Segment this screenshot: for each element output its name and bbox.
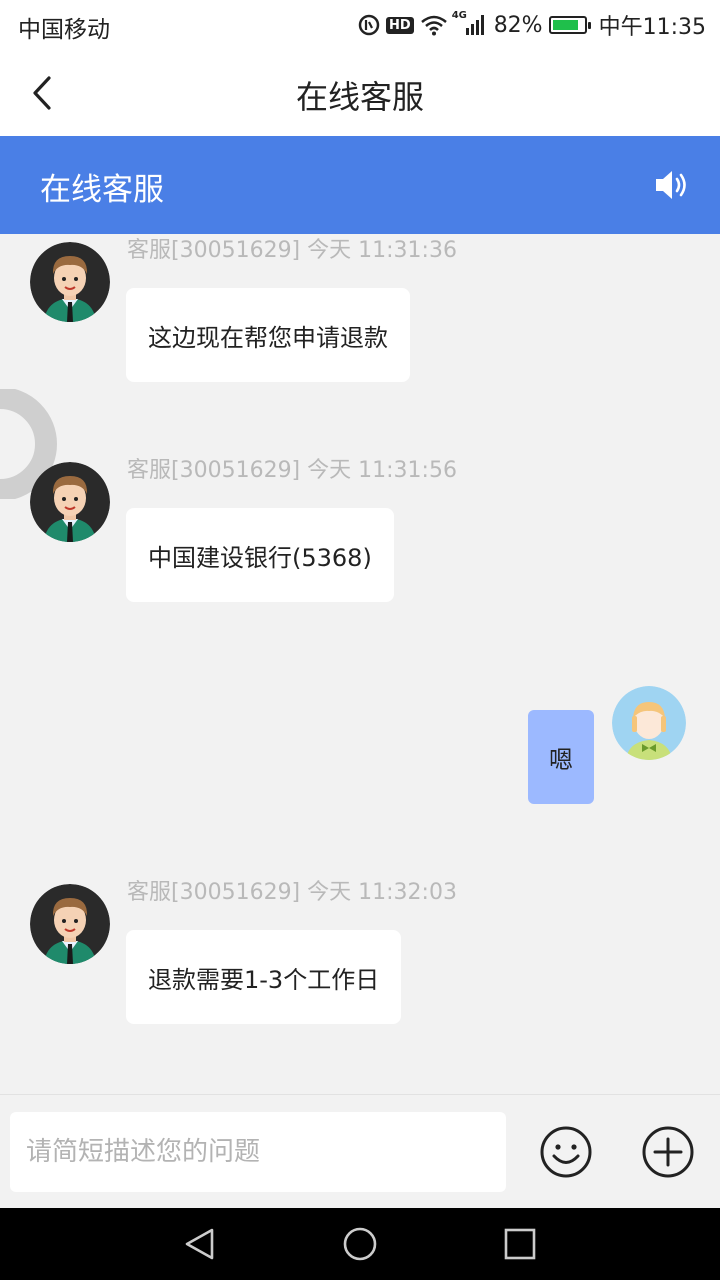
data-saver-icon bbox=[358, 14, 380, 36]
system-home-button[interactable] bbox=[342, 1226, 378, 1262]
agent-avatar bbox=[30, 884, 110, 964]
user-message-bubble: 嗯 bbox=[528, 710, 594, 804]
hd-icon: HD bbox=[386, 16, 414, 34]
system-nav-bar bbox=[0, 1208, 720, 1280]
speaker-icon bbox=[656, 171, 686, 199]
system-recents-button[interactable] bbox=[502, 1226, 538, 1262]
message-meta: 客服[30051629] 今天 11:31:36 bbox=[127, 238, 457, 263]
battery-percent: 82% bbox=[493, 12, 543, 38]
battery-fill bbox=[552, 20, 578, 30]
triangle-back-icon bbox=[185, 1228, 214, 1260]
cell-signal-icon: 4G bbox=[452, 10, 488, 36]
status-bar: 中国移动 HD 4G 82% 中午11:35 bbox=[0, 0, 720, 50]
message-list[interactable]: 客服[30051629] 今天 11:31:36 这边现在帮您申请退款 客服[3… bbox=[0, 234, 720, 1094]
message-meta: 客服[30051629] 今天 11:31:56 bbox=[127, 458, 457, 483]
chat-header-title: 在线客服 bbox=[40, 172, 164, 208]
agent-message-bubble: 中国建设银行(5368) bbox=[126, 508, 394, 602]
system-back-button[interactable] bbox=[182, 1226, 218, 1262]
nav-bar: 在线客服 bbox=[0, 50, 720, 136]
user-avatar bbox=[612, 686, 686, 760]
more-options-button[interactable] bbox=[641, 1125, 695, 1179]
carrier-name: 中国移动 bbox=[18, 17, 110, 43]
wifi-icon bbox=[420, 14, 448, 36]
circle-home-icon bbox=[343, 1227, 377, 1261]
speaker-button[interactable] bbox=[654, 168, 690, 202]
agent-message-bubble: 这边现在帮您申请退款 bbox=[126, 288, 410, 382]
emoji-button[interactable] bbox=[539, 1125, 593, 1179]
agent-avatar bbox=[30, 462, 110, 542]
plus-icon bbox=[642, 1126, 694, 1178]
battery-icon bbox=[548, 16, 591, 34]
message-meta: 客服[30051629] 今天 11:32:03 bbox=[127, 880, 457, 905]
status-icons: HD 4G 82% 中午11:35 bbox=[358, 8, 706, 42]
chat-header: 在线客服 bbox=[0, 136, 720, 234]
input-bar bbox=[0, 1094, 720, 1208]
page-title: 在线客服 bbox=[295, 78, 424, 116]
clock: 中午11:35 bbox=[598, 15, 706, 40]
smiley-icon bbox=[540, 1126, 592, 1178]
square-recents-icon bbox=[504, 1228, 536, 1260]
agent-message-bubble: 退款需要1-3个工作日 bbox=[126, 930, 402, 1024]
network-type-label: 4G bbox=[451, 10, 467, 21]
message-input[interactable] bbox=[10, 1112, 506, 1192]
agent-avatar bbox=[30, 242, 110, 322]
